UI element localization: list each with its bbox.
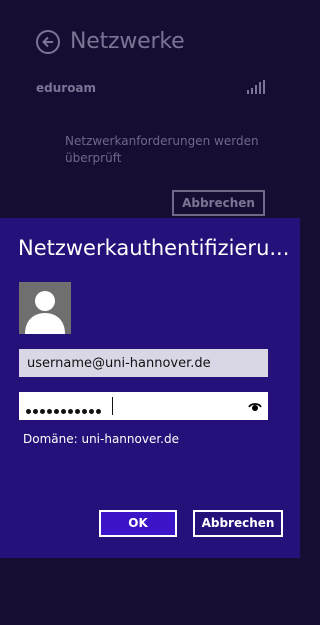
network-name[interactable]: eduroam	[36, 81, 96, 95]
page-title: Netzwerke	[70, 29, 185, 54]
networks-pane: Netzwerke eduroam Netzwerkanforderungen …	[0, 0, 300, 218]
authentication-dialog: Netzwerkauthentifizieru... ●●●●●●●●●●● D…	[0, 218, 300, 558]
text-cursor	[112, 397, 113, 415]
password-field[interactable]: ●●●●●●●●●●●	[19, 392, 268, 420]
user-avatar-icon	[19, 282, 71, 334]
wifi-signal-icon	[247, 80, 265, 94]
screen: Netzwerke eduroam Netzwerkanforderungen …	[0, 0, 300, 625]
domain-label: Domäne: uni-hannover.de	[23, 432, 179, 446]
network-status-text: Netzwerkanforderungen werden überprüft	[65, 134, 259, 165]
eye-icon[interactable]	[248, 400, 262, 412]
username-field[interactable]	[19, 349, 268, 377]
network-cancel-button[interactable]: Abbrechen	[172, 190, 265, 216]
dialog-title: Netzwerkauthentifizieru...	[18, 236, 290, 260]
back-arrow-icon	[42, 36, 53, 48]
ok-button[interactable]: OK	[99, 510, 177, 537]
back-button[interactable]	[36, 30, 60, 54]
password-mask	[26, 403, 103, 414]
cancel-button[interactable]: Abbrechen	[193, 510, 283, 537]
